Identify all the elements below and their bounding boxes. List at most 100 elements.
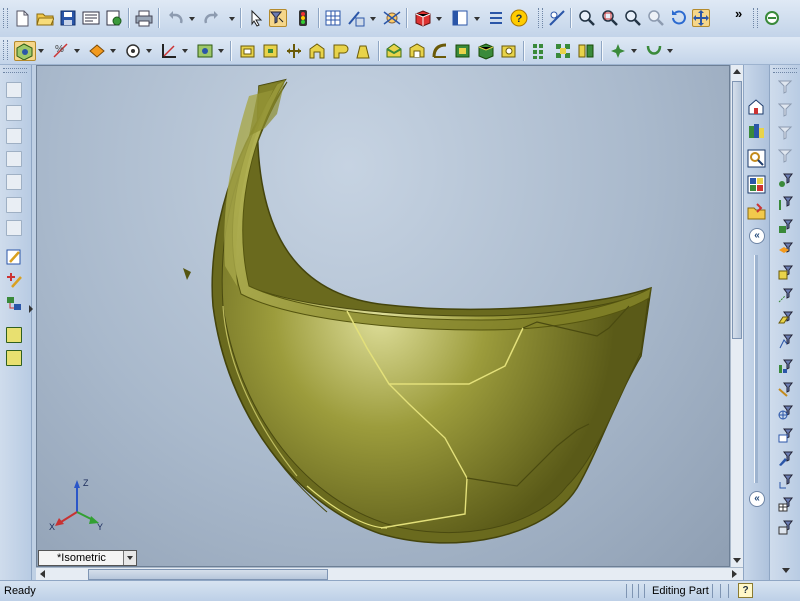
filter-surfaces-icon[interactable] <box>778 242 793 257</box>
add-equation-icon[interactable] <box>609 42 627 60</box>
view-orientation-dropdown[interactable] <box>123 551 136 565</box>
vertical-scroll-thumb[interactable] <box>732 81 742 339</box>
view-orientation-dropdown-icon[interactable] <box>474 17 480 21</box>
spline-curve-icon[interactable] <box>645 42 663 60</box>
revolve-icon[interactable] <box>262 42 280 60</box>
palette-box-7-icon[interactable] <box>6 220 22 236</box>
toolbar-grip[interactable] <box>3 8 8 28</box>
loft-icon[interactable] <box>308 42 326 60</box>
circular-pattern-icon[interactable] <box>554 42 572 60</box>
select-icon[interactable] <box>247 9 265 27</box>
palette-box-1-icon[interactable] <box>6 82 22 98</box>
addin-icon[interactable] <box>763 9 781 27</box>
draft-icon[interactable] <box>454 42 472 60</box>
relations-icon[interactable] <box>6 295 23 312</box>
heads-up-view-icon[interactable] <box>548 9 566 27</box>
undo-icon[interactable] <box>167 9 185 27</box>
sketch-pencil-icon[interactable] <box>6 249 23 266</box>
save-icon[interactable] <box>59 9 77 27</box>
horizontal-scrollbar[interactable] <box>36 567 744 581</box>
filter-sketch-points-icon[interactable] <box>778 334 793 349</box>
wrap-icon[interactable] <box>477 42 495 60</box>
appearance-dropdown-icon[interactable] <box>436 17 442 21</box>
redo-icon[interactable] <box>202 9 220 27</box>
custom-properties-icon[interactable] <box>747 202 766 221</box>
fillet-icon[interactable] <box>354 42 372 60</box>
filter-blocks-icon[interactable] <box>778 520 793 535</box>
traffic-light-icon[interactable] <box>294 9 312 27</box>
pan-button[interactable] <box>692 9 710 27</box>
palette-box-6-icon[interactable] <box>6 197 22 213</box>
extrude-icon[interactable] <box>239 42 257 60</box>
filter-center-marks-icon[interactable] <box>778 405 793 420</box>
list-view-icon[interactable] <box>487 9 505 27</box>
filter-edges-icon[interactable] <box>778 196 793 211</box>
filter-dimensions-icon[interactable] <box>778 428 793 443</box>
surfaces-icon[interactable] <box>88 42 106 60</box>
palette-box-5-icon[interactable] <box>6 174 22 190</box>
mirror-icon[interactable] <box>577 42 595 60</box>
task-pane-divider[interactable] <box>754 255 758 483</box>
chamfer-icon[interactable] <box>385 42 403 60</box>
sketch-dropdown-icon[interactable] <box>370 17 376 21</box>
palette-expand-icon[interactable] <box>29 305 33 313</box>
vertical-scrollbar[interactable] <box>730 65 744 567</box>
fastening-features-icon[interactable] <box>124 42 142 60</box>
home-icon[interactable] <box>747 97 766 116</box>
linear-pattern-icon[interactable] <box>531 42 549 60</box>
filter-disabled-1-icon[interactable] <box>778 79 793 94</box>
add-dimension-icon[interactable] <box>6 272 23 289</box>
palette-box-on-1-icon[interactable] <box>6 327 22 343</box>
file-properties-icon[interactable] <box>105 9 123 27</box>
palette-box-3-icon[interactable] <box>6 128 22 144</box>
toolbar-more-icon[interactable] <box>782 568 790 573</box>
filter-vertices-icon[interactable] <box>778 173 793 188</box>
status-help-icon[interactable]: ? <box>738 583 753 598</box>
scroll-down-icon[interactable] <box>733 558 741 563</box>
filter-sketch-segments-icon[interactable] <box>778 359 793 374</box>
view-orientation-tab[interactable]: *Isometric <box>38 550 137 566</box>
print-icon[interactable] <box>135 9 153 27</box>
palette-box-on-2-icon[interactable] <box>6 350 22 366</box>
zoom-in-out-icon[interactable] <box>624 9 642 27</box>
section-view-icon[interactable] <box>451 9 469 27</box>
boundary-icon[interactable] <box>331 42 349 60</box>
scroll-right-icon[interactable] <box>732 570 737 578</box>
filter-planes-icon[interactable] <box>778 311 793 326</box>
file-explorer-icon[interactable] <box>747 149 766 168</box>
filter-solid-bodies-icon[interactable] <box>778 265 793 280</box>
dome-icon[interactable] <box>500 42 518 60</box>
zoom-to-fit-icon[interactable] <box>578 9 596 27</box>
features-command-button[interactable] <box>14 41 36 61</box>
filter-tables-icon[interactable] <box>778 497 793 512</box>
filter-midpoints-icon[interactable] <box>778 382 793 397</box>
design-library-icon[interactable] <box>747 122 766 141</box>
task-pane-collapse-top-button[interactable]: « <box>749 228 765 244</box>
sweep-icon[interactable] <box>285 42 303 60</box>
instant3d-icon[interactable] <box>196 42 214 60</box>
redo-dropdown-icon[interactable] <box>229 17 235 21</box>
undo-dropdown-icon[interactable] <box>189 17 195 21</box>
sketch-icon[interactable] <box>347 9 365 27</box>
view-palette-icon[interactable] <box>747 175 766 194</box>
rotate-view-icon[interactable] <box>670 9 688 27</box>
new-document-icon[interactable] <box>13 9 31 27</box>
horizontal-scroll-thumb[interactable] <box>88 569 328 580</box>
curves-icon[interactable] <box>160 42 178 60</box>
graphics-viewport[interactable]: Z X Y <box>36 65 730 567</box>
filter-weld-symbols-icon[interactable] <box>778 474 793 489</box>
toolbar-overflow-button[interactable]: » <box>735 6 742 21</box>
task-pane-collapse-bottom-button[interactable]: « <box>749 491 765 507</box>
rib-icon[interactable] <box>431 42 449 60</box>
filter-faces-icon[interactable] <box>778 219 793 234</box>
zoom-area-icon[interactable] <box>601 9 619 27</box>
selection-filter-button[interactable] <box>269 9 287 27</box>
smart-dimension-icon[interactable] <box>383 9 401 27</box>
open-folder-icon[interactable] <box>36 9 54 27</box>
filter-disabled-2-icon[interactable] <box>778 102 793 117</box>
help-icon[interactable]: ? <box>510 9 528 27</box>
reference-geometry-icon[interactable]: % <box>52 42 70 60</box>
filter-disabled-3-icon[interactable] <box>778 125 793 140</box>
palette-box-4-icon[interactable] <box>6 151 22 167</box>
shell-icon[interactable] <box>408 42 426 60</box>
